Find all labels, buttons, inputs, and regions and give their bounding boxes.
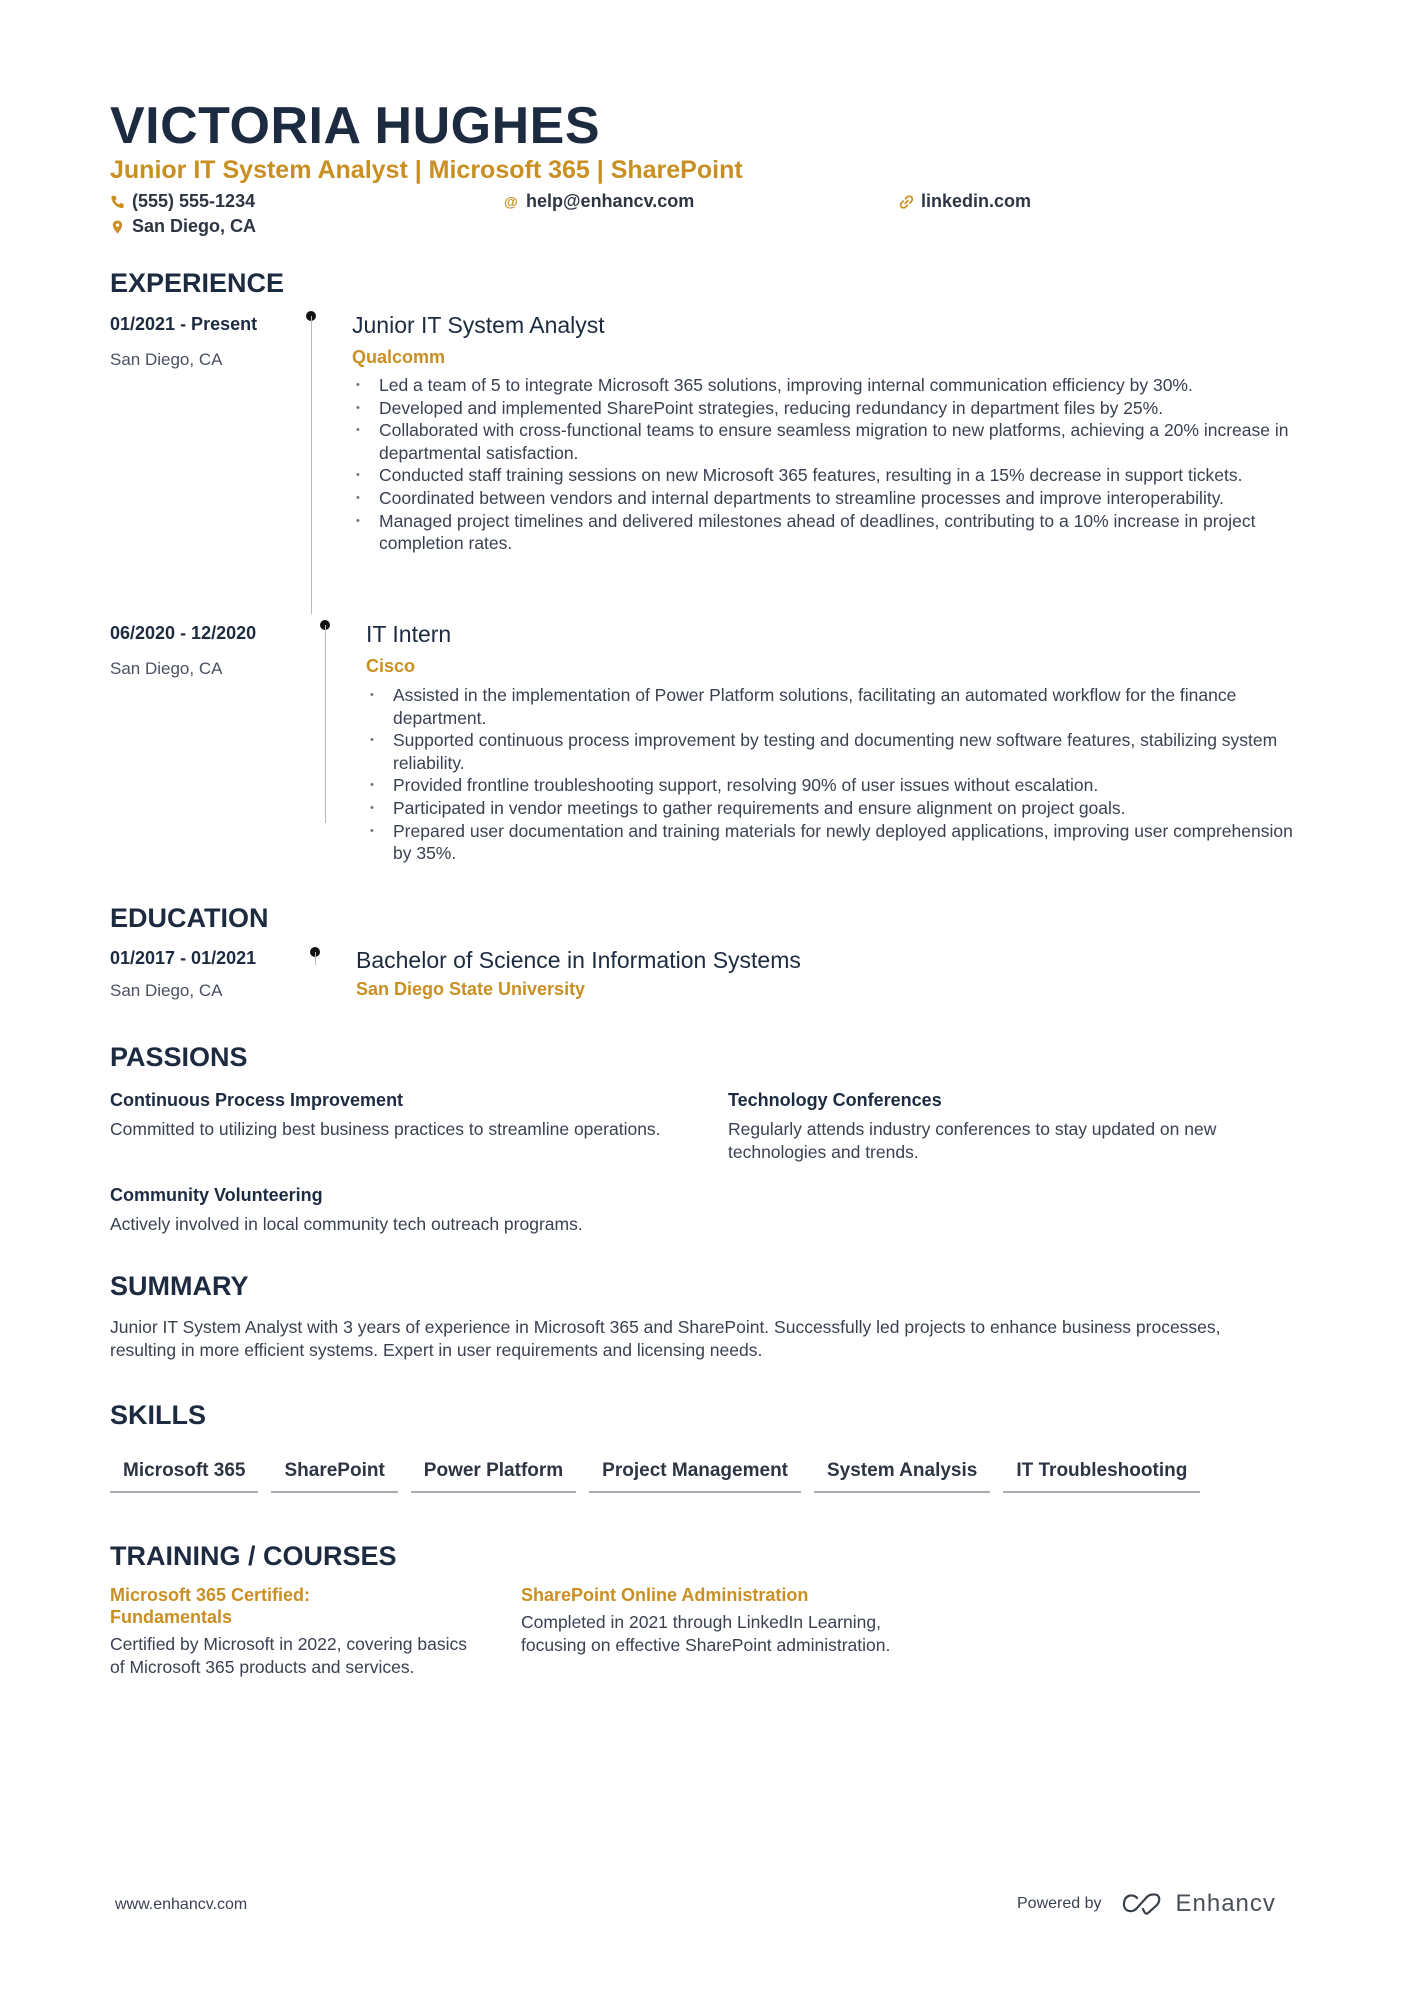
skill-tag: Microsoft 365 xyxy=(110,1456,259,1493)
brand-name: Enhancv xyxy=(1175,1890,1276,1917)
bullet-item: Managed project timelines and delivered … xyxy=(352,510,1302,555)
job-dates: 06/2020 - 12/2020 xyxy=(110,623,257,643)
course-title: Microsoft 365 Certified: Fundamentals xyxy=(110,1585,311,1627)
bullet-item: Participated in vendor meetings to gathe… xyxy=(366,797,1296,820)
education-dates: 01/2017 - 01/2021 xyxy=(110,948,257,968)
at-icon: @ xyxy=(504,194,518,210)
phone-text: (555) 555-1234 xyxy=(132,191,256,211)
contact-email[interactable]: @ help@enhancv.com xyxy=(504,191,694,212)
course-text: Completed in 2021 through LinkedIn Learn… xyxy=(521,1612,891,1655)
skill-tag: SharePoint xyxy=(271,1456,398,1493)
course-item: Microsoft 365 Certified: Fundamentals Ce… xyxy=(110,1584,480,1678)
passions-heading: PASSIONS xyxy=(110,1042,248,1072)
passion-text: Committed to utilizing best business pra… xyxy=(110,1119,661,1139)
passion-text: Actively involved in local community tec… xyxy=(110,1214,583,1234)
svg-text:@: @ xyxy=(504,194,518,210)
passion-title: Continuous Process Improvement xyxy=(110,1090,404,1110)
bullet-item: Prepared user documentation and training… xyxy=(366,820,1296,865)
job-dates: 01/2021 - Present xyxy=(110,314,258,334)
passion-title: Technology Conferences xyxy=(728,1090,942,1110)
candidate-headline: Junior IT System Analyst | Microsoft 365… xyxy=(110,156,743,184)
candidate-name: VICTORIA HUGHES xyxy=(110,97,600,155)
bullet-item: Supported continuous process improvement… xyxy=(366,729,1296,774)
job-location: San Diego, CA xyxy=(110,659,223,678)
footer-branding: Powered by Enhancv xyxy=(1017,1890,1276,1918)
education-heading: EDUCATION xyxy=(110,903,269,933)
job-bullets: Assisted in the implementation of Power … xyxy=(366,684,1296,865)
education-degree: Bachelor of Science in Information Syste… xyxy=(356,947,801,973)
phone-icon xyxy=(111,195,124,208)
enhancv-logo[interactable]: Enhancv xyxy=(1120,1890,1276,1918)
passion-title: Community Volunteering xyxy=(110,1185,323,1205)
contact-phone[interactable]: (555) 555-1234 xyxy=(110,191,255,212)
education-school: San Diego State University xyxy=(356,979,586,999)
summary-text: Junior IT System Analyst with 3 years of… xyxy=(110,1317,1221,1360)
timeline-line xyxy=(311,316,312,614)
bullet-item: Collaborated with cross-functional teams… xyxy=(352,419,1302,464)
job-company: Qualcomm xyxy=(352,347,446,367)
link-icon xyxy=(899,194,914,209)
bullet-item: Developed and implemented SharePoint str… xyxy=(352,397,1302,420)
linkedin-text: linkedin.com xyxy=(921,191,1032,211)
course-title: SharePoint Online Administration xyxy=(521,1585,809,1605)
skills-list: Microsoft 365 SharePoint Power Platform … xyxy=(110,1456,1201,1493)
contact-location: San Diego, CA xyxy=(110,216,256,237)
footer-website[interactable]: www.enhancv.com xyxy=(115,1896,247,1914)
timeline-line xyxy=(315,952,316,965)
passion-item: Continuous Process Improvement Committed… xyxy=(110,1090,670,1141)
email-text: help@enhancv.com xyxy=(526,191,695,211)
skill-tag: System Analysis xyxy=(814,1456,991,1493)
bullet-item: Coordinated between vendors and internal… xyxy=(352,487,1302,510)
job-bullets: Led a team of 5 to integrate Microsoft 3… xyxy=(352,374,1302,555)
job-role: IT Intern xyxy=(366,621,452,647)
job-location: San Diego, CA xyxy=(110,350,223,369)
passion-text: Regularly attends industry conferences t… xyxy=(728,1119,1217,1162)
powered-by-text: Powered by xyxy=(1017,1895,1102,1912)
skill-tag: Power Platform xyxy=(410,1456,577,1493)
infinity-heart-icon xyxy=(1122,1893,1160,1915)
summary-heading: SUMMARY xyxy=(110,1271,249,1301)
education-location: San Diego, CA xyxy=(110,981,223,1000)
job-company: Cisco xyxy=(366,656,416,676)
bullet-item: Led a team of 5 to integrate Microsoft 3… xyxy=(352,374,1302,397)
bullet-item: Assisted in the implementation of Power … xyxy=(366,684,1296,729)
skill-tag: Project Management xyxy=(589,1456,801,1493)
contact-linkedin[interactable]: linkedin.com xyxy=(899,191,1031,212)
skills-heading: SKILLS xyxy=(110,1400,207,1430)
location-text: San Diego, CA xyxy=(132,216,257,236)
training-heading: TRAINING / COURSES xyxy=(110,1541,397,1571)
bullet-item: Provided frontline troubleshooting suppo… xyxy=(366,774,1296,797)
timeline-line xyxy=(325,625,326,823)
passion-item: Community Volunteering Actively involved… xyxy=(110,1185,770,1236)
experience-heading: EXPERIENCE xyxy=(110,268,285,298)
course-item: SharePoint Online Administration Complet… xyxy=(521,1584,901,1656)
course-text: Certified by Microsoft in 2022, covering… xyxy=(110,1634,467,1677)
location-pin-icon xyxy=(112,219,123,234)
bullet-item: Conducted staff training sessions on new… xyxy=(352,464,1302,487)
skill-tag: IT Troubleshooting xyxy=(1003,1456,1201,1493)
job-role: Junior IT System Analyst xyxy=(352,312,605,338)
passion-item: Technology Conferences Regularly attends… xyxy=(728,1090,1288,1163)
